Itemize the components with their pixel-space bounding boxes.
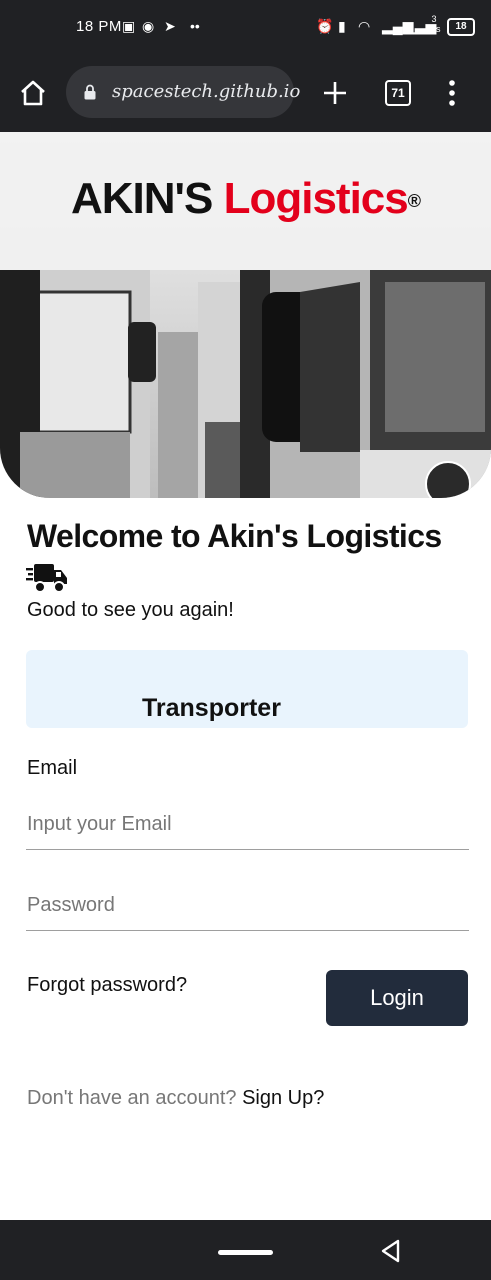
wifi-icon: ◠	[358, 18, 371, 34]
telegram-icon: ➤	[164, 18, 176, 34]
vibrate-icon: ▮	[338, 18, 346, 34]
home-icon[interactable]	[18, 78, 48, 108]
home-gesture-pill[interactable]	[218, 1250, 273, 1255]
welcome-subtitle: Good to see you again!	[27, 599, 234, 621]
forgot-password-link[interactable]: Forgot password?	[27, 974, 187, 997]
lock-icon	[84, 84, 96, 100]
more-notifications-icon: ••	[190, 18, 200, 34]
email-label: Email	[27, 757, 78, 779]
network-speed: 3 K/s	[427, 14, 441, 34]
signup-prompt: Don't have an account?	[27, 1087, 237, 1109]
battery-icon: 18	[447, 18, 475, 36]
back-icon[interactable]	[378, 1238, 404, 1264]
status-bar: 18 PM ▣ ◉ ➤ •• ⏰ ▮ ◠ ▂▄▆ ▁▃▅ 3 K/s 18	[0, 0, 491, 58]
email-field[interactable]	[26, 811, 469, 850]
login-button[interactable]: Login	[326, 970, 468, 1026]
brand-primary: AKIN'S	[70, 174, 213, 223]
registered-mark: ®	[407, 190, 421, 211]
system-nav-bar	[0, 1220, 491, 1280]
new-tab-icon[interactable]	[320, 78, 350, 108]
hotspot-icon: ◉	[142, 18, 155, 34]
status-time: 18 PM	[76, 18, 122, 35]
tab-count-button[interactable]: 71	[385, 80, 411, 106]
role-transporter-label: Transporter	[142, 694, 281, 722]
browser-toolbar: spacestech.github.io 71	[0, 58, 491, 132]
address-bar[interactable]: spacestech.github.io	[66, 66, 300, 118]
role-selector[interactable]: Transporter	[26, 650, 468, 728]
signup-link[interactable]: Sign Up?	[242, 1087, 324, 1109]
brand-secondary: Logistics	[223, 174, 409, 223]
battery-saver-icon: ▣	[122, 18, 136, 34]
brand-logo: AKIN'S Logistics®	[0, 174, 491, 224]
signup-row: Don't have an account? Sign Up?	[27, 1087, 324, 1110]
alarm-icon: ⏰	[316, 18, 334, 34]
hero-banner: AKIN'S Logistics®	[0, 132, 491, 498]
more-options-icon[interactable]	[442, 78, 462, 108]
delivery-truck-icon	[26, 564, 67, 593]
page-title: Welcome to Akin's Logistics	[27, 518, 442, 554]
url-text: spacestech.github.io	[112, 81, 301, 102]
password-field[interactable]	[26, 892, 469, 931]
